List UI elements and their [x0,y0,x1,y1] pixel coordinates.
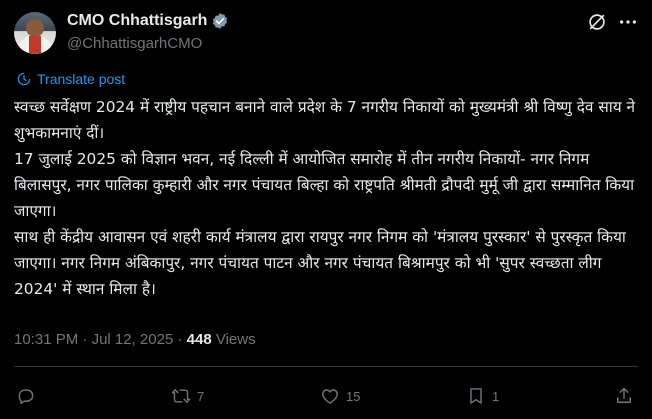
meta-separator: · [177,331,183,348]
post-date[interactable]: Jul 12, 2025 [92,331,174,348]
author-handle[interactable]: @ChhattisgarhCMO [67,35,202,52]
translate-icon [17,72,31,86]
share-button[interactable] [614,386,634,406]
translate-post-label[interactable]: Translate post [37,71,125,87]
views-count: 448 [186,331,212,348]
post-paragraph: साथ ही केंद्रीय आवासन एवं शहरी कार्य मंत… [14,228,626,298]
avatar[interactable] [14,12,56,54]
repost-button[interactable]: 7 [171,386,204,406]
views-label: Views [215,331,256,348]
post-time[interactable]: 10:31 PM [14,331,78,348]
repost-count: 7 [197,388,205,404]
like-count: 15 [346,388,361,404]
post-paragraph: 17 जुलाई 2025 को विज्ञान भवन, नई दिल्ली … [14,150,635,220]
author-name-row[interactable]: CMO Chhattisgarh [67,12,229,30]
verified-badge-icon [213,13,228,29]
post-meta: 10:31 PM · Jul 12, 2025 · 448 Views [14,331,256,348]
bookmark-icon [470,388,482,404]
grok-icon[interactable] [586,11,608,33]
translate-post-link[interactable]: Translate post [16,71,125,87]
bookmark-count: 1 [492,388,500,404]
reply-icon [18,389,34,405]
like-button[interactable]: 15 [320,386,360,406]
meta-separator: · [82,331,88,348]
avatar-face [26,19,44,37]
share-icon [617,387,631,403]
post-paragraph: स्वच्छ सर्वेक्षण 2024 में राष्ट्रीय पहचा… [14,98,636,142]
more-options-icon[interactable] [616,11,640,33]
divider [14,366,638,367]
post-text: स्वच्छ सर्वेक्षण 2024 में राष्ट्रीय पहचा… [14,94,640,302]
avatar-scarf [29,36,41,54]
heart-icon [322,389,338,404]
author-display-name[interactable]: CMO Chhattisgarh [67,12,207,30]
bookmark-button[interactable]: 1 [466,386,499,406]
repost-icon [171,389,191,403]
reply-button[interactable] [16,386,42,406]
